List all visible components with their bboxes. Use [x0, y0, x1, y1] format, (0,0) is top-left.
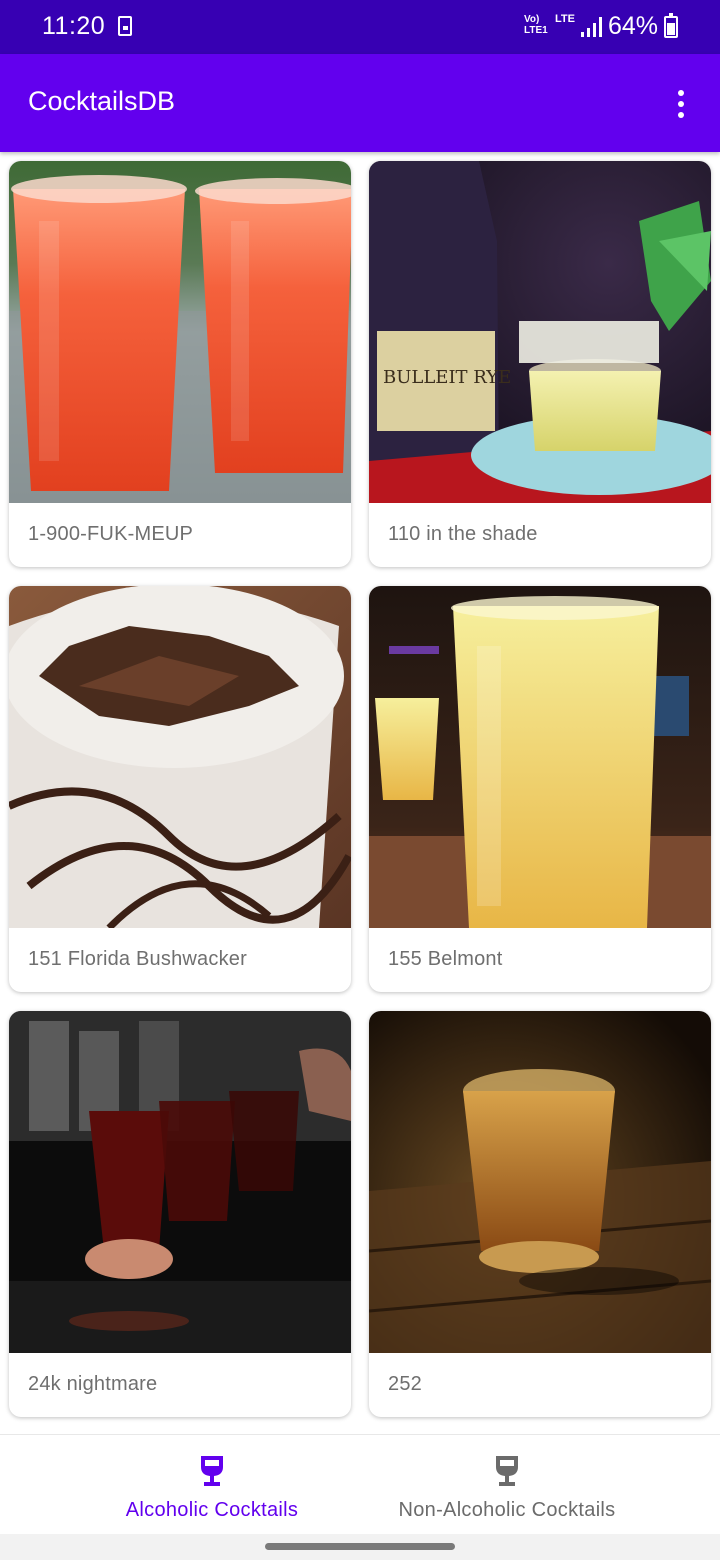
battery-percentage: 64% — [608, 12, 659, 40]
bottom-navigation: Alcoholic Cocktails Non-Alcoholic Cockta… — [0, 1434, 720, 1534]
signal-bars-icon — [581, 17, 602, 37]
lte-indicator: LTE — [555, 13, 575, 25]
app-bar: CocktailsDB — [0, 54, 720, 152]
cocktail-name: 110 in the shade — [388, 523, 538, 545]
nav-label: Non-Alcoholic Cocktails — [398, 1499, 616, 1521]
cocktail-photo — [369, 586, 711, 928]
home-gesture-bar[interactable] — [265, 1543, 455, 1550]
cocktail-photo — [9, 1011, 351, 1353]
cocktail-grid[interactable]: 1-900-FUK-MEUP BULLEIT RYE 110 in the sh… — [0, 152, 720, 1434]
battery-icon — [664, 13, 678, 38]
sim-icon — [118, 16, 132, 36]
cocktail-photo — [9, 161, 351, 503]
nav-alcoholic-cocktails[interactable]: Alcoholic Cocktails — [102, 1435, 322, 1535]
wine-glass-icon — [496, 1456, 518, 1486]
cocktail-name: 1-900-FUK-MEUP — [28, 523, 194, 545]
app-title: CocktailsDB — [28, 86, 176, 116]
svg-text:BULLEIT RYE: BULLEIT RYE — [383, 367, 511, 388]
cocktail-photo — [9, 586, 351, 928]
cocktail-card[interactable]: 1-900-FUK-MEUP — [9, 161, 351, 567]
cocktail-card[interactable]: BULLEIT RYE 110 in the shade — [369, 161, 711, 567]
wine-glass-icon — [201, 1456, 223, 1486]
cocktail-card[interactable]: 252 — [369, 1011, 711, 1417]
cocktail-name: 151 Florida Bushwacker — [28, 948, 247, 970]
cocktail-name: 252 — [388, 1373, 422, 1395]
status-time: 11:20 — [42, 12, 106, 40]
cocktail-photo: BULLEIT RYE — [369, 161, 711, 503]
more-vert-icon[interactable] — [664, 84, 698, 124]
cocktail-card[interactable]: 155 Belmont — [369, 586, 711, 992]
status-bar: 11:20 Vo) LTE1 LTE 64% — [0, 0, 720, 54]
cocktail-card[interactable]: 151 Florida Bushwacker — [9, 586, 351, 992]
nav-non-alcoholic-cocktails[interactable]: Non-Alcoholic Cocktails — [375, 1435, 639, 1535]
system-gesture-area — [0, 1534, 720, 1560]
cocktail-name: 155 Belmont — [388, 948, 503, 970]
cocktail-card[interactable]: 24k nightmare — [9, 1011, 351, 1417]
network-indicator: Vo) LTE1 — [524, 14, 548, 36]
cocktail-photo — [369, 1011, 711, 1353]
nav-label: Alcoholic Cocktails — [125, 1499, 299, 1521]
cocktail-name: 24k nightmare — [28, 1373, 158, 1395]
